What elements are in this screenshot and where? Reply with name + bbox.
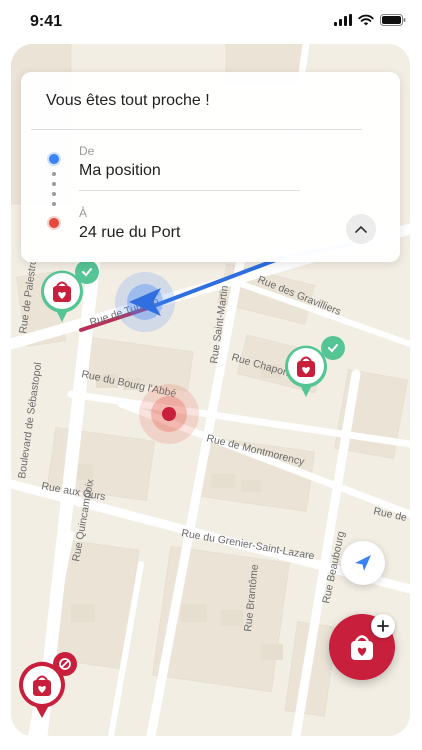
status-icons [334,14,406,26]
destination-dot[interactable] [162,407,176,421]
check-badge-icon [75,260,99,284]
divider [79,190,300,191]
unavailable-badge-icon [53,652,77,676]
plus-icon [377,620,389,632]
battery-icon [380,14,406,26]
defibrillator-bag-icon [351,635,373,660]
destination-dot-icon [49,218,59,228]
route-dot [52,182,56,186]
route-dot [52,192,56,196]
check-badge-icon [321,336,345,360]
divider [31,129,362,130]
map-screen: Rue de Palestro Rue Saint-Martin Rue des… [11,44,410,736]
route-card-title: Vous êtes tout proche ! [46,92,210,109]
collapse-card-button[interactable] [346,214,376,244]
wifi-icon [358,14,374,26]
signal-icon [334,14,352,26]
status-time: 9:41 [30,13,63,30]
route-dot [52,172,56,176]
origin-label: De [79,144,95,158]
recenter-button[interactable] [341,541,385,585]
status-bar: 9:41 [0,0,422,44]
chevron-up-icon [355,225,367,233]
route-card: Vous êtes tout proche ! De Ma position À… [21,72,400,262]
add-aed-button[interactable] [371,614,395,638]
navigation-arrow-icon [355,555,371,571]
destination-label: À [79,206,88,220]
destination-field[interactable]: 24 rue du Port [79,224,180,242]
origin-dot-icon [49,154,59,164]
origin-field[interactable]: Ma position [79,162,161,180]
route-dot [52,202,56,206]
